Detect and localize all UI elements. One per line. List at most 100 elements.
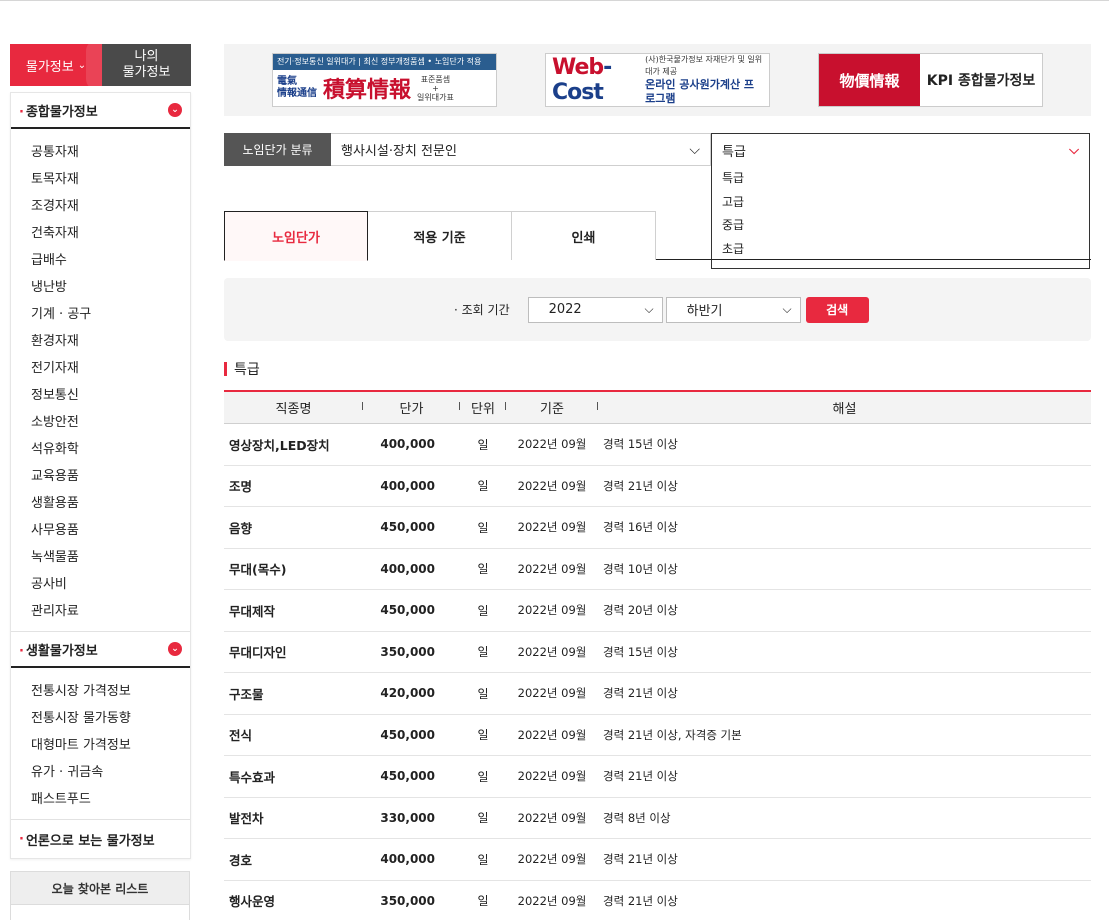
table-body: 영상장치,LED장치 400,000 일 2022년 09월 경력 15년 이상 조명 40… <box>224 424 1091 920</box>
cell-name: 특수효과 <box>229 769 276 785</box>
sidebar-item[interactable]: 전기자재 <box>11 355 190 382</box>
ad-tiny-text: 표준품셈 + 일위대가표 <box>417 74 454 102</box>
cell-name: 무대디자인 <box>229 645 287 661</box>
table-row: 구조물 420,000 일 2022년 09월 경력 21년 이상 <box>224 673 1091 715</box>
sidebar-tabs: 물가정보 ⌄ 나의 물가정보 <box>10 44 191 86</box>
section-total-price-info[interactable]: · 종합물가정보 ⌄ <box>11 93 190 129</box>
tab-criteria[interactable]: 적용 기준 <box>368 211 512 260</box>
table-row: 무대디자인 350,000 일 2022년 09월 경력 15년 이상 <box>224 632 1091 673</box>
section-title: 종합물가정보 <box>25 104 98 120</box>
sidebar-item[interactable]: 대형마트 가격정보 <box>11 732 190 759</box>
cell-name: 발전차 <box>229 811 264 827</box>
recent-list-label: 오늘 찾아본 리스트 <box>51 881 149 896</box>
sidebar-item[interactable]: 토목자재 <box>11 166 190 193</box>
recent-list-body <box>10 905 190 920</box>
grade-select[interactable]: 특급 ⌵ <box>712 134 1089 167</box>
cell-price: 350,000 <box>380 893 435 908</box>
table-header: 직종명 단가 단위 기준 해설 <box>224 390 1091 424</box>
section-living-price-info[interactable]: · 생활물가정보 ⌄ <box>11 632 190 668</box>
ad-big-text: 積算情報 <box>323 77 412 103</box>
sidebar-item[interactable]: 전통시장 물가동향 <box>11 705 190 732</box>
header-price: 단가 <box>363 398 460 417</box>
tab-print[interactable]: 인쇄 <box>512 211 656 260</box>
grade-option[interactable]: 특급 <box>712 167 1089 191</box>
sidebar-item[interactable]: 급배수 <box>11 247 190 274</box>
section-press-price-info[interactable]: · 언론으로 보는 물가정보 <box>11 820 190 858</box>
cell-unit: 일 <box>477 894 489 909</box>
sidebar-item[interactable]: 건축자재 <box>11 220 190 247</box>
year-select[interactable]: 2022 ⌵ <box>527 296 663 323</box>
chevron-down-icon[interactable]: ⌄ <box>168 642 182 656</box>
bullet-icon: · <box>19 831 24 847</box>
chevron-down-icon: ⌵ <box>782 302 792 316</box>
sidebar-item[interactable]: 소방안전 <box>11 409 190 436</box>
cell-price: 350,000 <box>380 644 435 659</box>
grade-value: 특급 <box>722 145 746 160</box>
half-value: 하반기 <box>686 304 723 319</box>
tab-price-info[interactable]: 물가정보 ⌄ <box>10 44 102 86</box>
sidebar-item[interactable]: 전통시장 가격정보 <box>11 678 190 705</box>
ad-kpi[interactable]: 物價情報 KPI 종합물가정보 <box>818 53 1043 107</box>
cell-desc: 경력 21년 이상, 자격증 기본 <box>603 727 742 742</box>
cell-name: 구조물 <box>229 686 264 702</box>
section-heading-text: 특급 <box>234 362 260 378</box>
cell-unit: 일 <box>477 769 489 784</box>
sidebar: 물가정보 ⌄ 나의 물가정보 · 종합물가정보 ⌄ 공통자재 토목자재 조경자재 건축자… <box>10 44 191 920</box>
ad-banner: 전기·정보통신 일위대가 | 최신 정부개정품셈 • 노임단가 적용 電氣 情報… <box>224 44 1091 116</box>
wage-category-label: 노임단가 분류 <box>224 133 331 166</box>
table-row: 영상장치,LED장치 400,000 일 2022년 09월 경력 15년 이상 <box>224 424 1091 466</box>
half-select[interactable]: 하반기 ⌵ <box>665 296 801 323</box>
sidebar-item[interactable]: 녹색물품 <box>11 544 190 571</box>
cell-price: 330,000 <box>380 810 435 825</box>
chevron-down-icon: ⌵ <box>644 302 654 316</box>
ad-kpi-right: KPI 종합물가정보 <box>926 73 1036 89</box>
sidebar-item[interactable]: 교육용품 <box>11 463 190 490</box>
wage-category-select[interactable]: 행사시설·장치 전문인 ⌵ <box>331 133 711 166</box>
tab-my-price-info[interactable]: 나의 물가정보 <box>102 44 191 86</box>
cell-desc: 경력 16년 이상 <box>603 520 678 535</box>
search-button[interactable]: 검색 <box>805 296 869 323</box>
sidebar-item[interactable]: 정보통신 <box>11 382 190 409</box>
cell-price: 450,000 <box>380 769 435 784</box>
sidebar-item[interactable]: 공사비 <box>11 571 190 598</box>
sidebar-item[interactable]: 생활용품 <box>11 490 190 517</box>
cell-price: 450,000 <box>380 520 435 535</box>
cell-unit: 일 <box>477 686 489 701</box>
ad-webcost-text: (사)한국물가정보 자재단가 및 일위대가 제공 온라인 공사원가계산 프로그램 <box>645 54 763 106</box>
chevron-down-icon: ⌵ <box>1069 143 1079 158</box>
cell-desc: 경력 8년 이상 <box>603 810 671 825</box>
sidebar-item[interactable]: 공통자재 <box>11 139 190 166</box>
sidebar-item[interactable]: 사무용품 <box>11 517 190 544</box>
cell-unit: 일 <box>477 562 489 577</box>
sidebar-item[interactable]: 냉난방 <box>11 274 190 301</box>
cell-name: 행사운영 <box>229 894 276 910</box>
chevron-down-icon[interactable]: ⌄ <box>168 103 182 117</box>
cell-base: 2022년 09월 <box>517 769 587 784</box>
cell-desc: 경력 21년 이상 <box>603 478 678 493</box>
sidebar-item[interactable]: 유가 · 귀금속 <box>11 759 190 786</box>
table-row: 무대(목수) 400,000 일 2022년 09월 경력 10년 이상 <box>224 549 1091 590</box>
cell-price: 400,000 <box>380 437 435 452</box>
cell-desc: 경력 21년 이상 <box>603 686 678 701</box>
sidebar-item[interactable]: 환경자재 <box>11 328 190 355</box>
ad-webcost-line2: 온라인 공사원가계산 프로그램 <box>645 78 755 105</box>
sidebar-item[interactable]: 석유화학 <box>11 436 190 463</box>
section-title: 생활물가정보 <box>25 643 98 659</box>
content-tabs: 노임단가 적용 기준 인쇄 <box>224 211 1091 261</box>
sidebar-item[interactable]: 관리자료 <box>11 598 190 625</box>
ad-small-text: 電氣 情報通信 <box>277 76 317 100</box>
sidebar-item[interactable]: 기계 · 공구 <box>11 301 190 328</box>
ad-small-line1: 電氣 <box>277 76 297 87</box>
sidebar-item[interactable]: 조경자재 <box>11 193 190 220</box>
tab-wage[interactable]: 노임단가 <box>224 211 368 261</box>
header-base: 기준 <box>506 398 598 417</box>
ad-webcost[interactable]: Web-Cost (사)한국물가정보 자재단가 및 일위대가 제공 온라인 공사… <box>545 53 770 107</box>
cell-unit: 일 <box>477 811 489 826</box>
cell-base: 2022년 09월 <box>517 437 587 452</box>
ad-electric-info[interactable]: 전기·정보통신 일위대가 | 최신 정부개정품셈 • 노임단가 적용 電氣 情報… <box>272 53 497 107</box>
table-row: 발전차 330,000 일 2022년 09월 경력 8년 이상 <box>224 798 1091 839</box>
bullet-icon: · <box>19 104 24 120</box>
header-desc: 해설 <box>832 402 857 417</box>
ad-webcost-line1: (사)한국물가정보 자재단가 및 일위대가 제공 <box>645 55 763 76</box>
sidebar-item[interactable]: 패스트푸드 <box>11 786 190 813</box>
